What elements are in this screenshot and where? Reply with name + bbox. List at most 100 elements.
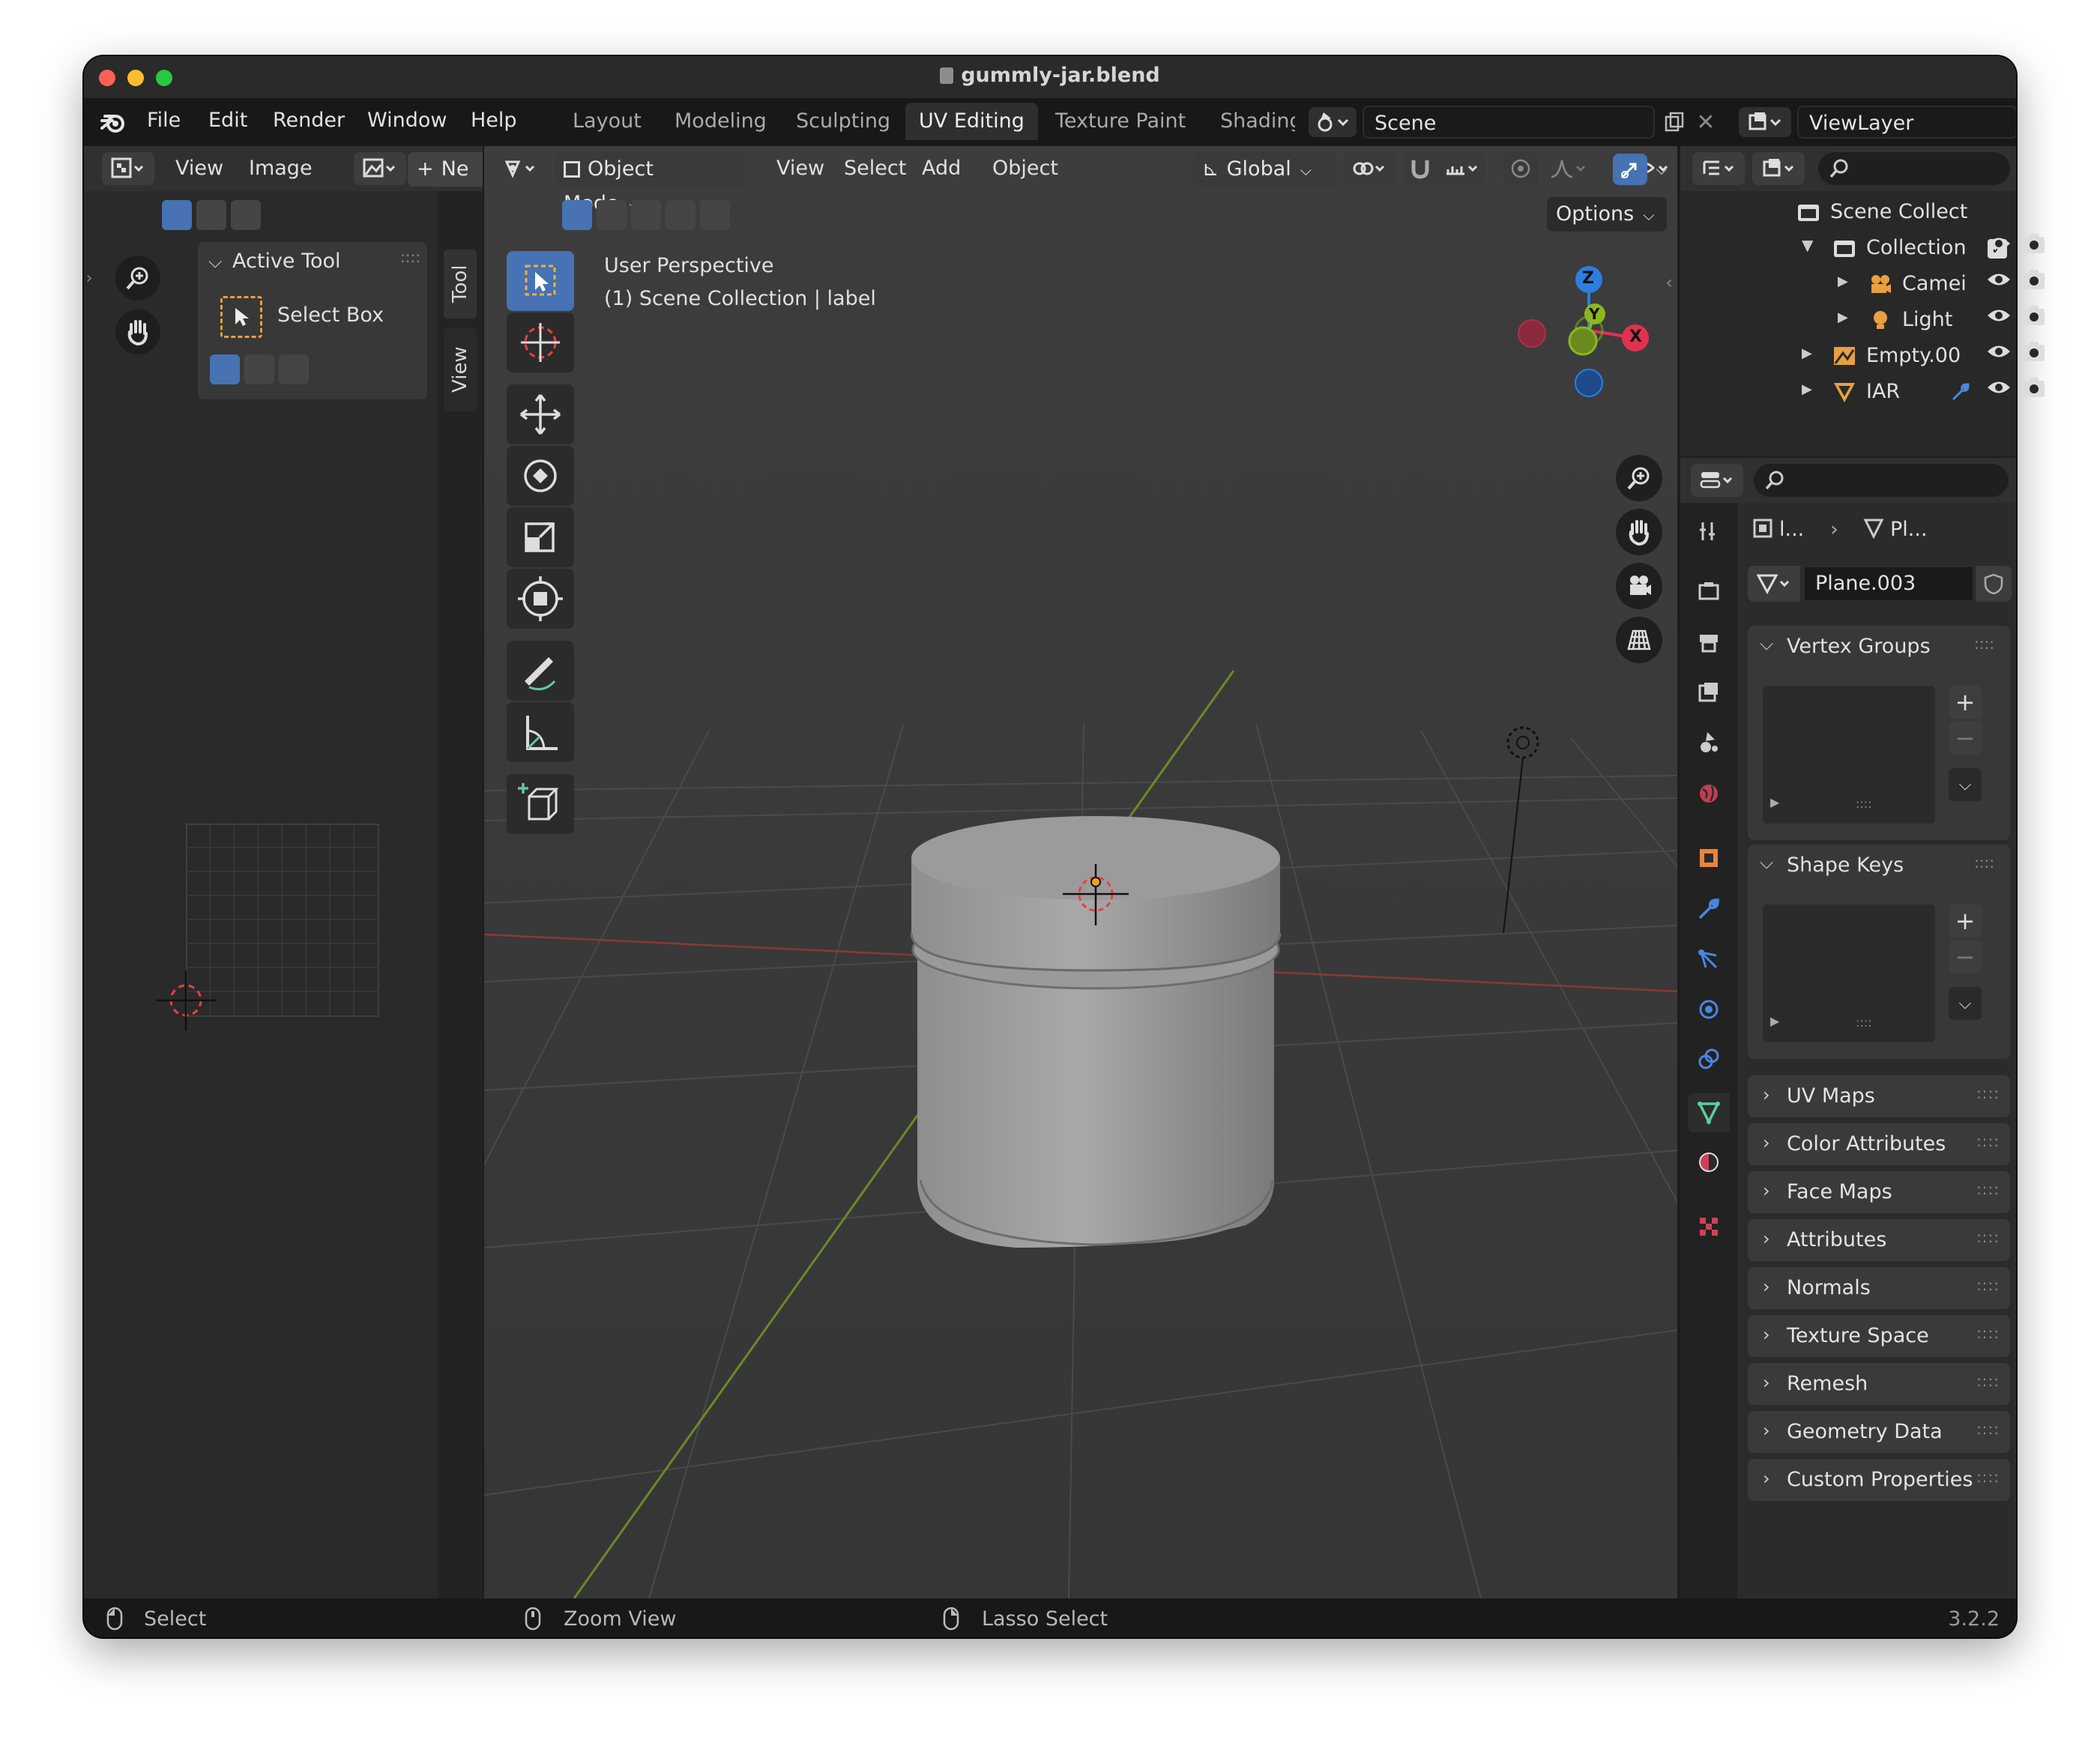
options-dropdown[interactable]: Options ⌵ bbox=[1547, 197, 1667, 232]
new-scene-icon[interactable] bbox=[1661, 109, 1688, 136]
outliner-editor-type-icon[interactable] bbox=[1692, 152, 1745, 185]
blender-logo-icon[interactable] bbox=[99, 107, 129, 137]
camera-render-icon[interactable] bbox=[2022, 304, 2049, 331]
expand-triangle-icon[interactable]: ▶ bbox=[1838, 274, 1848, 289]
viewport-menu-select[interactable]: Select bbox=[844, 157, 906, 180]
vertex-groups-title[interactable]: Vertex Groups bbox=[1787, 635, 1931, 658]
remove-shape-key-icon[interactable]: − bbox=[1949, 940, 1982, 973]
expand-triangle-icon[interactable]: ▶ bbox=[1802, 345, 1812, 361]
select-mode-new-icon[interactable] bbox=[162, 200, 192, 230]
camera-render-icon[interactable] bbox=[2022, 340, 2049, 367]
sidebar-expand-icon[interactable]: ‹ bbox=[1659, 268, 1679, 297]
panel-face-maps[interactable]: › Face Maps:::: bbox=[1748, 1171, 2010, 1213]
add-cube-tool[interactable] bbox=[507, 774, 574, 834]
delete-scene-icon[interactable]: ✕ bbox=[1692, 109, 1719, 136]
outliner-row-scene-collection[interactable]: Scene Collect bbox=[1764, 194, 2016, 230]
eye-icon[interactable] bbox=[1986, 376, 2013, 397]
properties-search-input[interactable] bbox=[1754, 464, 2009, 497]
select-mode-extend-icon[interactable] bbox=[196, 200, 226, 230]
render-tab-icon[interactable] bbox=[1692, 575, 1725, 608]
uv-menu-image[interactable]: Image bbox=[249, 157, 313, 180]
viewport-editor-type-icon[interactable] bbox=[493, 152, 546, 185]
menu-window[interactable]: Window bbox=[367, 109, 447, 132]
measure-tool[interactable] bbox=[507, 702, 574, 762]
panel-color-attributes[interactable]: › Color Attributes:::: bbox=[1748, 1123, 2010, 1165]
eye-icon[interactable] bbox=[1986, 340, 2013, 367]
proportional-editing-icon[interactable] bbox=[1503, 152, 1538, 185]
viewport-zoom-icon[interactable] bbox=[1616, 455, 1662, 501]
panel-grip-icon[interactable]: :::: bbox=[1976, 1276, 2000, 1294]
outliner-row-camera[interactable]: ▶ Camei bbox=[1764, 266, 2016, 302]
panel-grip-icon[interactable]: :::: bbox=[400, 248, 420, 266]
snap-magnet-icon[interactable] bbox=[1403, 152, 1437, 185]
particles-tab-icon[interactable] bbox=[1692, 943, 1725, 976]
viewport-menu-add[interactable]: Add bbox=[922, 157, 961, 180]
panel-grip-icon[interactable]: :::: bbox=[1976, 1084, 2000, 1102]
viewport-pan-icon[interactable] bbox=[1616, 509, 1662, 555]
vp-select-extend-icon[interactable] bbox=[597, 200, 627, 230]
select-box-tool[interactable] bbox=[507, 251, 574, 311]
list-resize-grip-icon[interactable]: :::: bbox=[1856, 1015, 1872, 1030]
data-tab-icon[interactable] bbox=[1688, 1093, 1730, 1132]
falloff-curve-icon[interactable] bbox=[1544, 152, 1593, 185]
tab-uv-editing[interactable]: UV Editing bbox=[905, 103, 1038, 140]
expand-triangle-icon[interactable]: ▶ bbox=[1802, 381, 1812, 397]
eye-icon[interactable] bbox=[1986, 232, 2013, 259]
viewport-menu-object[interactable]: Object bbox=[992, 157, 1058, 180]
outliner-row-collection[interactable]: ▼ Collection ✓ bbox=[1764, 230, 2016, 266]
cursor-tool[interactable] bbox=[507, 312, 574, 372]
scale-tool[interactable] bbox=[507, 507, 574, 567]
move-tool[interactable] bbox=[507, 384, 574, 444]
texture-tab-icon[interactable] bbox=[1692, 1210, 1725, 1243]
chevron-down-icon[interactable]: ⌵ bbox=[1760, 852, 1773, 873]
camera-render-icon[interactable] bbox=[2022, 268, 2049, 295]
select-mode-subtract-icon[interactable] bbox=[231, 200, 261, 230]
new-image-button[interactable]: + Ne bbox=[408, 152, 483, 187]
panel-grip-icon[interactable]: :::: bbox=[1974, 635, 1994, 653]
world-tab-icon[interactable] bbox=[1692, 777, 1725, 810]
panel-grip-icon[interactable]: :::: bbox=[1976, 1468, 2000, 1486]
panel-grip-icon[interactable]: :::: bbox=[1976, 1372, 2000, 1390]
panel-texture-space[interactable]: › Texture Space:::: bbox=[1748, 1315, 2010, 1357]
eye-icon[interactable] bbox=[1986, 268, 2013, 295]
tab-sculpting[interactable]: Sculpting bbox=[782, 103, 904, 140]
expand-triangle-icon[interactable]: ▼ bbox=[1802, 236, 1813, 254]
tab-layout[interactable]: Layout bbox=[559, 103, 655, 140]
menu-file[interactable]: File bbox=[147, 109, 181, 132]
panel-grip-icon[interactable]: :::: bbox=[1976, 1132, 2000, 1150]
gizmo-toggle-icon[interactable] bbox=[1613, 154, 1647, 185]
camera-render-icon[interactable] bbox=[2022, 232, 2049, 259]
physics-tab-icon[interactable] bbox=[1692, 993, 1725, 1026]
menu-render[interactable]: Render bbox=[273, 109, 345, 132]
vp-select-intersect-icon[interactable] bbox=[700, 200, 730, 230]
transform-orientation-dropdown[interactable]: ⊾ Global ⌵ bbox=[1193, 152, 1336, 187]
panel-custom-properties[interactable]: › Custom Properties:::: bbox=[1748, 1459, 2010, 1501]
active-tool-heading[interactable]: Active Tool bbox=[232, 250, 341, 273]
shape-key-specials-icon[interactable]: ⌵ bbox=[1949, 987, 1982, 1020]
camera-view-icon[interactable] bbox=[1616, 563, 1662, 609]
panel-attributes[interactable]: › Attributes:::: bbox=[1748, 1219, 2010, 1261]
tab-shading[interactable]: Shading bbox=[1207, 103, 1295, 140]
scene-name-field[interactable]: Scene bbox=[1363, 106, 1655, 139]
panel-remesh[interactable]: › Remesh:::: bbox=[1748, 1363, 2010, 1405]
output-tab-icon[interactable] bbox=[1692, 626, 1725, 659]
scene-selector-icon[interactable] bbox=[1309, 107, 1357, 137]
zoom-icon[interactable] bbox=[115, 256, 160, 300]
tab-tool[interactable]: Tool bbox=[444, 250, 477, 318]
pivot-point-icon[interactable] bbox=[1343, 152, 1396, 185]
vp-select-invert-icon[interactable] bbox=[666, 200, 696, 230]
panel-uv-maps[interactable]: › UV Maps:::: bbox=[1748, 1075, 2010, 1117]
tool-mode-extend-icon[interactable] bbox=[244, 354, 274, 384]
tab-texture-paint[interactable]: Texture Paint bbox=[1042, 103, 1199, 140]
tool-mode-new-icon[interactable] bbox=[210, 354, 240, 384]
tab-view[interactable]: View bbox=[444, 327, 477, 411]
view-layer-selector-icon[interactable] bbox=[1739, 107, 1791, 137]
chevron-down-icon[interactable]: ⌵ bbox=[208, 251, 222, 272]
shape-keys-title[interactable]: Shape Keys bbox=[1787, 854, 1904, 877]
panel-grip-icon[interactable]: :::: bbox=[1976, 1420, 2000, 1438]
tool-tab-icon[interactable] bbox=[1692, 515, 1725, 548]
editor-type-icon[interactable] bbox=[102, 152, 154, 185]
panel-normals[interactable]: › Normals:::: bbox=[1748, 1267, 2010, 1309]
mesh-browse-icon[interactable] bbox=[1748, 566, 1800, 602]
panel-grip-icon[interactable]: :::: bbox=[1976, 1228, 2000, 1246]
